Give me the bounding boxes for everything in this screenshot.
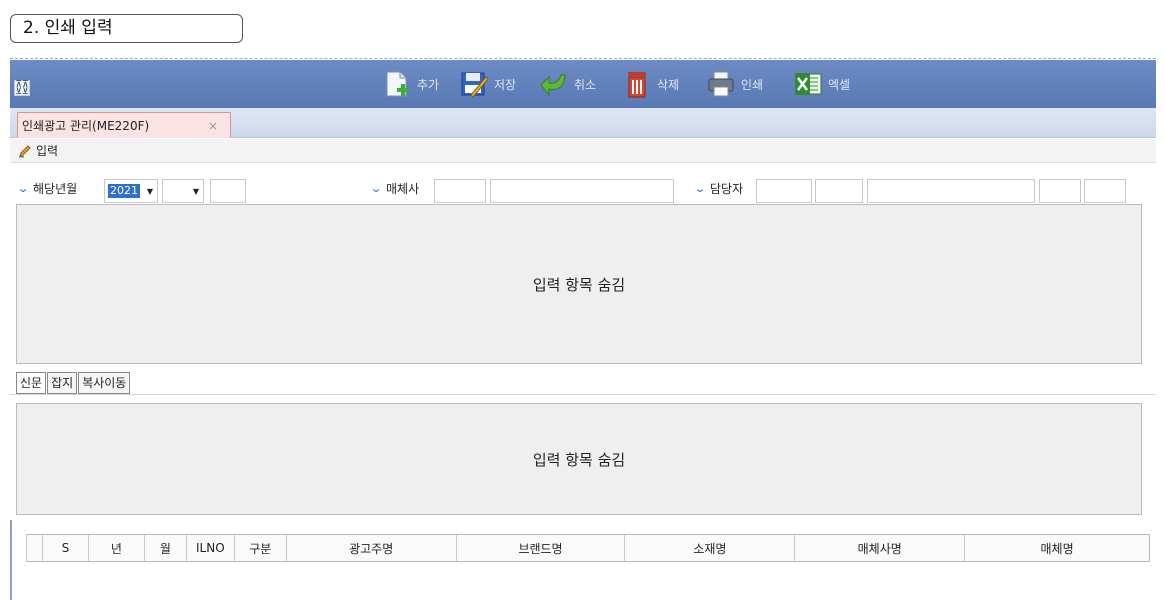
document-tabstrip: 인쇄광고 관리(ME220F) × — [10, 108, 1156, 138]
chevron-down-icon: ⌄ — [369, 182, 383, 195]
input-mode-label: 입력 — [36, 144, 59, 158]
hidden-input-text: 입력 항목 숨김 — [532, 275, 626, 294]
col-header-month[interactable]: 월 — [143, 535, 186, 561]
trash-icon — [628, 72, 646, 98]
tab-copy-move[interactable]: 복사이동 — [78, 372, 131, 394]
year-value: 2021 — [108, 184, 140, 198]
dropdown-arrow-icon: ▼ — [192, 186, 199, 196]
tab-print-ad-management[interactable]: 인쇄광고 관리(ME220F) × — [17, 112, 231, 138]
period-extra-field[interactable] — [210, 179, 246, 203]
col-header-media[interactable]: 매체명 — [964, 535, 1149, 561]
toolbar: ⊼⊼ ⊻⊻ 추가 저장 취소 삭제 인쇄 엑셀 — [10, 60, 1156, 108]
year-month-filter-label: ⌄ 해당년월 — [16, 180, 78, 197]
month-select[interactable]: ▼ — [162, 179, 204, 203]
add-document-icon — [386, 71, 409, 97]
manager-filter-label: ⌄ 담당자 — [693, 180, 744, 197]
delete-button[interactable]: 삭제 — [622, 66, 679, 102]
col-header-year[interactable]: 년 — [87, 535, 144, 561]
pencil-icon — [19, 144, 31, 157]
close-tab-icon[interactable]: × — [208, 119, 230, 133]
save-icon — [461, 72, 489, 98]
add-label: 추가 — [417, 77, 440, 92]
hidden-subinput-text: 입력 항목 숨김 — [532, 450, 626, 469]
print-label: 인쇄 — [741, 77, 764, 92]
splitter — [10, 520, 12, 600]
media-company-label-text: 매체사 — [386, 182, 420, 196]
col-header-category[interactable]: 구분 — [233, 535, 286, 561]
cancel-button[interactable]: 취소 — [539, 66, 596, 102]
excel-icon — [795, 73, 822, 95]
manager-field-4[interactable] — [1039, 179, 1081, 203]
collapsed-subinput-panel[interactable]: 입력 항목 숨김 — [16, 403, 1142, 515]
manager-name-field[interactable] — [867, 179, 1035, 203]
manager-field-5[interactable] — [1084, 179, 1126, 203]
media-company-name-field[interactable] — [490, 179, 674, 203]
divider — [10, 394, 1156, 395]
page-title: 2. 인쇄 입력 — [10, 14, 243, 43]
cancel-label: 취소 — [574, 77, 597, 92]
col-header-ilno[interactable]: ILNO — [185, 535, 234, 561]
delete-label: 삭제 — [657, 77, 680, 92]
col-header-s[interactable]: S — [41, 535, 88, 561]
filter-row: ⌄ 해당년월 2021 ▼ ▼ ⌄ 매체사 ⌄ 담당자 — [10, 165, 1156, 205]
input-mode-bar: 입력 — [10, 139, 1156, 163]
manager-field-2[interactable] — [815, 179, 863, 203]
excel-button[interactable]: 엑셀 — [793, 66, 850, 102]
year-month-label-text: 해당년월 — [33, 182, 78, 196]
manager-label-text: 담당자 — [710, 182, 744, 196]
manager-code-field[interactable] — [756, 179, 812, 203]
add-button[interactable]: 추가 — [382, 66, 439, 102]
media-company-filter-label: ⌄ 매체사 — [369, 180, 420, 197]
row-indicator-header — [26, 535, 42, 561]
collapsed-input-panel[interactable]: 입력 항목 숨김 — [16, 204, 1142, 364]
save-button[interactable]: 저장 — [459, 66, 516, 102]
collapse-icon[interactable]: ⊼⊼ ⊻⊻ — [14, 80, 30, 97]
col-header-media-company[interactable]: 매체사명 — [794, 535, 964, 561]
col-header-advertiser[interactable]: 광고주명 — [285, 535, 456, 561]
year-select[interactable]: 2021 ▼ — [104, 179, 158, 203]
col-header-material[interactable]: 소재명 — [624, 535, 794, 561]
tab-magazine[interactable]: 잡지 — [47, 372, 78, 394]
grid-header: S 년 월 ILNO 구분 광고주명 브랜드명 소재명 매체사명 매체명 — [26, 534, 1150, 562]
sub-tabstrip: 신문 잡지 복사이동 — [16, 372, 131, 394]
excel-label: 엑셀 — [828, 77, 851, 92]
divider — [10, 58, 1156, 59]
tab-newspaper[interactable]: 신문 — [16, 372, 47, 394]
media-company-code-field[interactable] — [434, 179, 486, 203]
tab-label: 인쇄광고 관리(ME220F) — [22, 119, 150, 133]
dropdown-arrow-icon: ▼ — [146, 186, 153, 196]
chevron-down-icon: ⌄ — [16, 182, 30, 195]
save-label: 저장 — [494, 77, 517, 92]
undo-icon — [540, 74, 566, 97]
print-button[interactable]: 인쇄 — [706, 66, 763, 102]
printer-icon — [708, 71, 734, 97]
col-header-brand[interactable]: 브랜드명 — [455, 535, 625, 561]
chevron-down-icon: ⌄ — [693, 182, 707, 195]
